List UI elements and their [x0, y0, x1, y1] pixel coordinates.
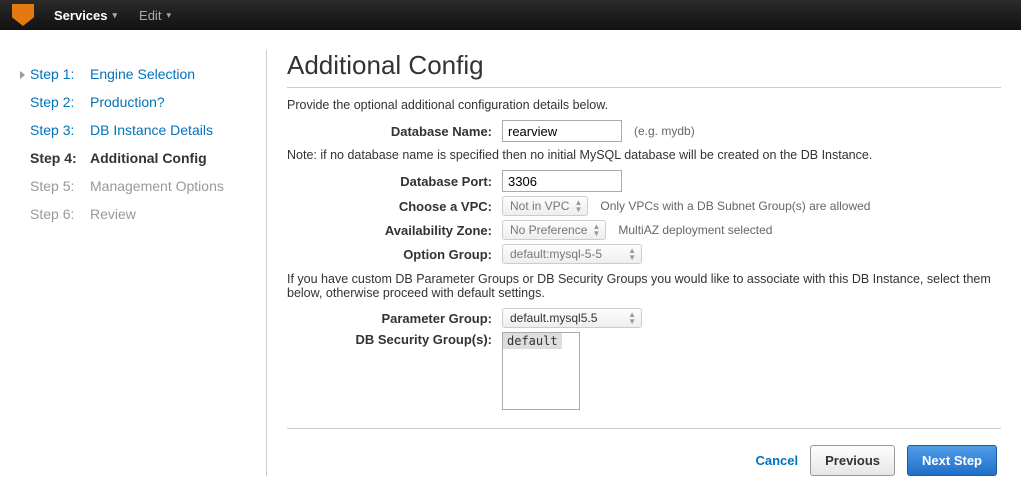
step-label: Step 2:: [30, 94, 90, 110]
aws-logo-icon: [12, 4, 34, 26]
main-panel: Additional Config Provide the optional a…: [273, 50, 1001, 476]
label-parameter-group: Parameter Group:: [287, 311, 502, 326]
database-name-input[interactable]: [502, 120, 622, 142]
step-1[interactable]: Step 1: Engine Selection: [10, 60, 250, 88]
label-database-port: Database Port:: [287, 174, 502, 189]
intro-text: Provide the optional additional configur…: [287, 98, 1001, 112]
row-vpc: Choose a VPC: Not in VPC ▲▼ Only VPCs wi…: [287, 196, 1001, 216]
services-label: Services: [54, 8, 108, 23]
wizard-button-row: Cancel Previous Next Step: [287, 445, 1001, 476]
vpc-select-value: Not in VPC: [510, 199, 569, 213]
vpc-select[interactable]: Not in VPC ▲▼: [502, 196, 588, 216]
parameter-group-value: default.mysql5.5: [510, 311, 597, 325]
step-title: DB Instance Details: [90, 122, 213, 138]
page-title: Additional Config: [287, 50, 1001, 81]
top-nav-bar: Services ▾ Edit ▾: [0, 0, 1021, 30]
row-option-group: Option Group: default:mysql-5-5 ▲▼: [287, 244, 1001, 264]
step-label: Step 6:: [30, 206, 90, 222]
parameter-group-select[interactable]: default.mysql5.5 ▲▼: [502, 308, 642, 328]
row-security-groups: DB Security Group(s): default: [287, 332, 1001, 410]
stepper-icon: ▲▼: [592, 223, 600, 237]
step-3[interactable]: Step 3: DB Instance Details: [10, 116, 250, 144]
az-select-value: No Preference: [510, 223, 587, 237]
label-security-groups: DB Security Group(s):: [287, 332, 502, 347]
label-database-name: Database Name:: [287, 124, 502, 139]
step-2[interactable]: Step 2: Production?: [10, 88, 250, 116]
edit-menu[interactable]: Edit ▾: [139, 8, 171, 23]
step-title: Engine Selection: [90, 66, 195, 82]
row-database-name: Database Name: (e.g. mydb): [287, 120, 1001, 142]
step-title: Management Options: [90, 178, 224, 194]
hint-vpc: Only VPCs with a DB Subnet Group(s) are …: [600, 199, 870, 213]
label-vpc: Choose a VPC:: [287, 199, 502, 214]
hint-database-name: (e.g. mydb): [634, 124, 695, 138]
row-parameter-group: Parameter Group: default.mysql5.5 ▲▼: [287, 308, 1001, 328]
vertical-divider: [266, 50, 267, 476]
cancel-button[interactable]: Cancel: [755, 453, 798, 468]
previous-button[interactable]: Previous: [810, 445, 895, 476]
stepper-icon: ▲▼: [574, 199, 582, 213]
edit-label: Edit: [139, 8, 161, 23]
stepper-icon: ▲▼: [628, 311, 636, 325]
label-option-group: Option Group:: [287, 247, 502, 262]
step-label: Step 4:: [30, 150, 90, 166]
security-groups-listbox[interactable]: default: [502, 332, 580, 410]
label-az: Availability Zone:: [287, 223, 502, 238]
step-title: Additional Config: [90, 150, 207, 166]
wizard-steps-sidebar: Step 1: Engine Selection Step 2: Product…: [10, 50, 260, 476]
services-menu[interactable]: Services ▾: [54, 8, 117, 23]
step-6[interactable]: Step 6: Review: [10, 200, 250, 228]
step-title: Production?: [90, 94, 165, 110]
next-step-button[interactable]: Next Step: [907, 445, 997, 476]
security-group-option[interactable]: default: [503, 333, 562, 349]
hint-az: MultiAZ deployment selected: [618, 223, 772, 237]
row-az: Availability Zone: No Preference ▲▼ Mult…: [287, 220, 1001, 240]
divider: [287, 428, 1001, 429]
divider: [287, 87, 1001, 88]
stepper-icon: ▲▼: [628, 247, 636, 261]
step-title: Review: [90, 206, 136, 222]
step-label: Step 5:: [30, 178, 90, 194]
option-group-select[interactable]: default:mysql-5-5 ▲▼: [502, 244, 642, 264]
step-label: Step 1:: [30, 66, 90, 82]
database-port-input[interactable]: [502, 170, 622, 192]
step-4[interactable]: Step 4: Additional Config: [10, 144, 250, 172]
az-select[interactable]: No Preference ▲▼: [502, 220, 606, 240]
step-5[interactable]: Step 5: Management Options: [10, 172, 250, 200]
note-no-dbname: Note: if no database name is specified t…: [287, 148, 1001, 162]
chevron-down-icon: ▾: [166, 10, 171, 21]
step-label: Step 3:: [30, 122, 90, 138]
option-group-value: default:mysql-5-5: [510, 247, 602, 261]
row-database-port: Database Port:: [287, 170, 1001, 192]
chevron-down-icon: ▾: [113, 10, 118, 21]
note-param-sec-groups: If you have custom DB Parameter Groups o…: [287, 272, 1001, 300]
triangle-right-icon: [20, 71, 25, 79]
